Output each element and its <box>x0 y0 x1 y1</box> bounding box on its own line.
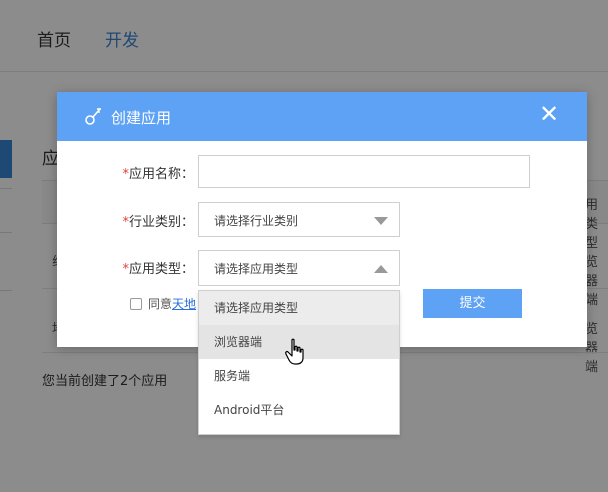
dialog-title: 创建应用 <box>111 109 172 127</box>
hand-pointer-cursor <box>285 338 304 365</box>
chevron-down-icon <box>374 217 388 225</box>
app-name-label: *应用名称： <box>74 163 194 182</box>
submit-button[interactable]: 提交 <box>423 289 522 318</box>
industry-select-value: 请选择行业类别 <box>214 214 299 228</box>
app-name-input[interactable] <box>198 155 530 188</box>
industry-label: *行业类别： <box>74 211 194 230</box>
app-type-select-value: 请选择应用类型 <box>214 262 299 276</box>
agreement-checkbox[interactable] <box>130 298 142 310</box>
dropdown-option[interactable]: 请选择应用类型 <box>199 291 399 325</box>
app-type-label: *应用类型： <box>74 258 194 277</box>
label-text: 应用名称： <box>128 167 194 182</box>
agreement-text: 同意 <box>148 297 173 311</box>
dialog-header: 创建应用 ✕ <box>57 92 587 141</box>
key-icon <box>85 108 101 125</box>
agreement-row: 同意天地 <box>130 295 196 312</box>
label-text: 应用类型： <box>128 262 194 277</box>
industry-select[interactable]: 请选择行业类别 <box>198 202 400 237</box>
close-icon[interactable]: ✕ <box>537 102 561 126</box>
label-text: 行业类别： <box>128 215 194 230</box>
chevron-up-icon <box>374 265 388 273</box>
agreement-link[interactable]: 天地 <box>172 297 196 311</box>
dropdown-option[interactable]: Android平台 <box>199 393 399 427</box>
app-type-select[interactable]: 请选择应用类型 <box>198 250 400 286</box>
